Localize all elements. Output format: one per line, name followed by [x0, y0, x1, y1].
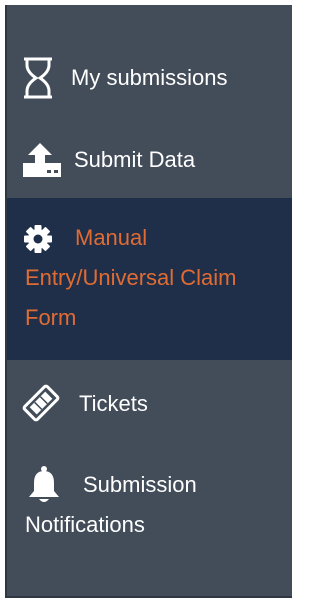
upload-icon: [21, 139, 63, 192]
label-line: Entry/Universal Claim: [25, 265, 237, 290]
sidebar-panel: My submissions Submit Data Manual Entry/…: [5, 5, 292, 598]
sidebar-item-my-submissions[interactable]: My submissions: [7, 53, 292, 103]
sidebar: My submissions Submit Data Manual Entry/…: [0, 0, 299, 604]
sidebar-item-label: Submit Data: [74, 147, 196, 172]
label-line: Manual: [75, 225, 148, 250]
sidebar-item-manual-entry[interactable]: Manual Entry/Universal Claim Form: [7, 198, 292, 360]
ticket-icon: [21, 383, 61, 436]
manual-entry-label: Manual Entry/Universal Claim Form: [25, 218, 290, 338]
sidebar-item-submission-notifications[interactable]: Submission Notifications: [7, 461, 292, 551]
sidebar-item-label: My submissions: [71, 65, 228, 90]
label-line: Form: [25, 305, 77, 330]
label-line: Notifications: [25, 512, 145, 537]
label-line: Submission: [83, 472, 197, 497]
sidebar-item-label: Tickets: [79, 391, 148, 416]
notifications-label: Submission Notifications: [25, 465, 290, 545]
sidebar-item-submit-data[interactable]: Submit Data: [7, 135, 292, 185]
hourglass-icon: [21, 57, 55, 112]
sidebar-item-tickets[interactable]: Tickets: [7, 379, 292, 429]
